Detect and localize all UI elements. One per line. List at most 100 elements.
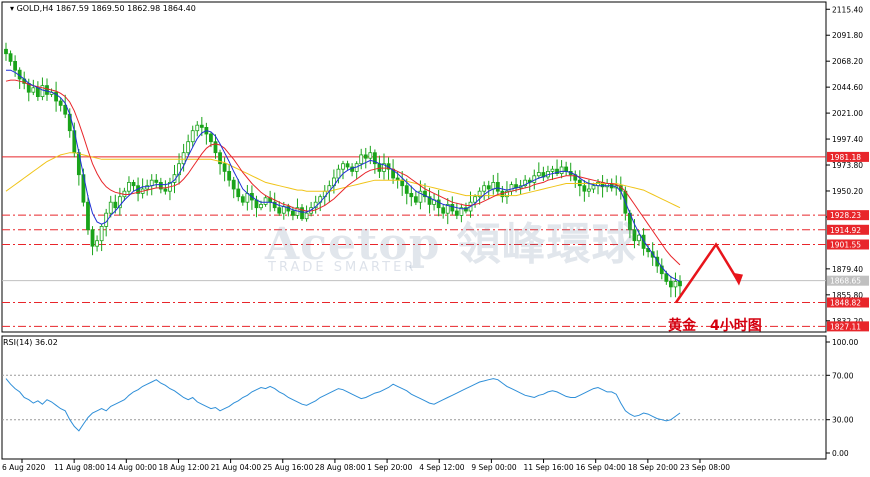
- time-tick-label: 9 Sep 00:00: [471, 463, 517, 472]
- time-tick-label: 28 Aug 08:00: [315, 463, 366, 472]
- time-tick-label: 21 Aug 04:00: [211, 463, 262, 472]
- candle-body: [637, 234, 641, 242]
- rsi-tick-label: 70.00: [832, 371, 854, 380]
- candle-body: [482, 185, 487, 192]
- candle-body: [336, 168, 341, 179]
- symbol-label: ▾ GOLD,H4 1867.59 1869.50 1862.98 1864.4…: [10, 4, 196, 14]
- candle-body: [99, 225, 104, 242]
- candle-body: [31, 87, 36, 93]
- rsi-frame: [1, 335, 827, 460]
- price-tick-label: 2115.40: [832, 5, 863, 14]
- current-price-label: 1868.65: [830, 277, 861, 286]
- candle-body: [58, 100, 63, 106]
- price-tick-label: 2021.00: [832, 109, 863, 118]
- price-tick-label: 2068.20: [832, 57, 863, 66]
- candle-body: [213, 141, 218, 154]
- candle-body: [8, 53, 13, 62]
- candle-body: [550, 168, 555, 172]
- candle-body: [108, 201, 113, 214]
- candle-body: [404, 185, 409, 194]
- candle-body: [345, 163, 350, 168]
- candle-body: [209, 133, 213, 143]
- candle-body: [186, 141, 191, 154]
- projection-arrow-head: [732, 272, 743, 286]
- candle-body: [668, 280, 673, 288]
- rsi-line: [5, 378, 681, 432]
- candle-body: [341, 163, 345, 170]
- price-tick-label: 1973.80: [832, 161, 863, 170]
- price-tick-label: 1997.40: [832, 135, 863, 144]
- candle-body: [45, 85, 49, 95]
- candle-body: [509, 184, 514, 192]
- projection-arrow: [674, 242, 740, 304]
- candle-body: [190, 130, 195, 143]
- rsi-tick-label: 0.00: [832, 449, 849, 458]
- time-tick-label: 1 Sep 20:00: [367, 463, 413, 472]
- candle-body: [240, 196, 245, 203]
- symbol-text: GOLD,H4: [16, 4, 54, 13]
- candle-body: [359, 154, 364, 165]
- candle-body: [582, 185, 587, 192]
- candle-body: [90, 229, 95, 247]
- candle-body: [363, 154, 368, 159]
- level-tag-label: 1914.92: [830, 226, 861, 235]
- candle-body: [587, 188, 591, 192]
- time-tick-label: 18 Sep 20:00: [628, 463, 678, 472]
- candle-body: [195, 124, 200, 132]
- candle-body: [95, 240, 99, 247]
- candle-body: [113, 201, 118, 209]
- candle-body: [377, 163, 382, 172]
- candle-body: [495, 181, 500, 192]
- candle-body: [559, 166, 564, 174]
- candle-body: [13, 61, 18, 71]
- candle-body: [413, 196, 418, 203]
- time-tick-label: 11 Aug 08:00: [54, 463, 105, 472]
- candle-body: [86, 201, 90, 231]
- level-tag-label: 1928.23: [830, 211, 861, 220]
- level-tag-label: 1981.18: [830, 153, 861, 162]
- candle-body: [254, 199, 259, 209]
- candle-body: [154, 179, 159, 183]
- candle-body: [227, 170, 232, 181]
- chart-root: 2115.40 2091.80 2068.20 2044.60 2021.00 1997.…: [0, 0, 870, 477]
- candle-body: [673, 280, 678, 288]
- candle-body: [591, 185, 596, 190]
- candle-body: [678, 280, 682, 287]
- candle-body: [532, 175, 537, 183]
- candle-body: [564, 166, 569, 172]
- level-tag-label: 1901.55: [830, 240, 861, 249]
- candle-body: [259, 203, 263, 209]
- price-tick-label: 1879.40: [832, 265, 863, 274]
- level-tag-label: 1848.82: [830, 298, 861, 307]
- price-tick-label: 2044.60: [832, 83, 863, 92]
- candle-body: [368, 152, 373, 159]
- candle-body: [664, 273, 669, 282]
- level-tag-label: 1827.11: [830, 322, 861, 331]
- candle-body: [199, 124, 204, 128]
- time-tick-label: 6 Aug 2020: [2, 463, 45, 472]
- ohlc-text: 1867.59 1869.50 1862.98 1864.40: [55, 4, 196, 13]
- time-tick-label: 4 Sep 12:00: [419, 463, 465, 472]
- candle-body: [263, 197, 268, 205]
- candle-body: [127, 181, 131, 192]
- candle-body: [163, 188, 168, 192]
- price-tick-label: 1950.20: [832, 187, 863, 196]
- candle-body: [536, 172, 541, 177]
- time-tick-label: 18 Aug 12:00: [158, 463, 209, 472]
- candle-body: [236, 188, 241, 198]
- rsi-tick-label: 30.00: [832, 416, 854, 425]
- candle-body: [409, 192, 414, 198]
- candle-body: [400, 179, 405, 187]
- candle-body: [131, 181, 136, 187]
- candle-body: [473, 196, 477, 203]
- candle-body: [222, 163, 227, 172]
- main-frame: [1, 1, 827, 333]
- candle-body: [181, 152, 186, 165]
- candle-body: [149, 179, 154, 187]
- time-tick-label: 11 Sep 16:00: [524, 463, 574, 472]
- rsi-title: RSI(14) 36.02: [3, 338, 58, 347]
- candle-body: [231, 179, 236, 190]
- watermark-tagline: TRADE SMARTER: [268, 260, 417, 275]
- candle-body: [4, 48, 8, 55]
- time-tick-label: 23 Sep 08:00: [680, 463, 730, 472]
